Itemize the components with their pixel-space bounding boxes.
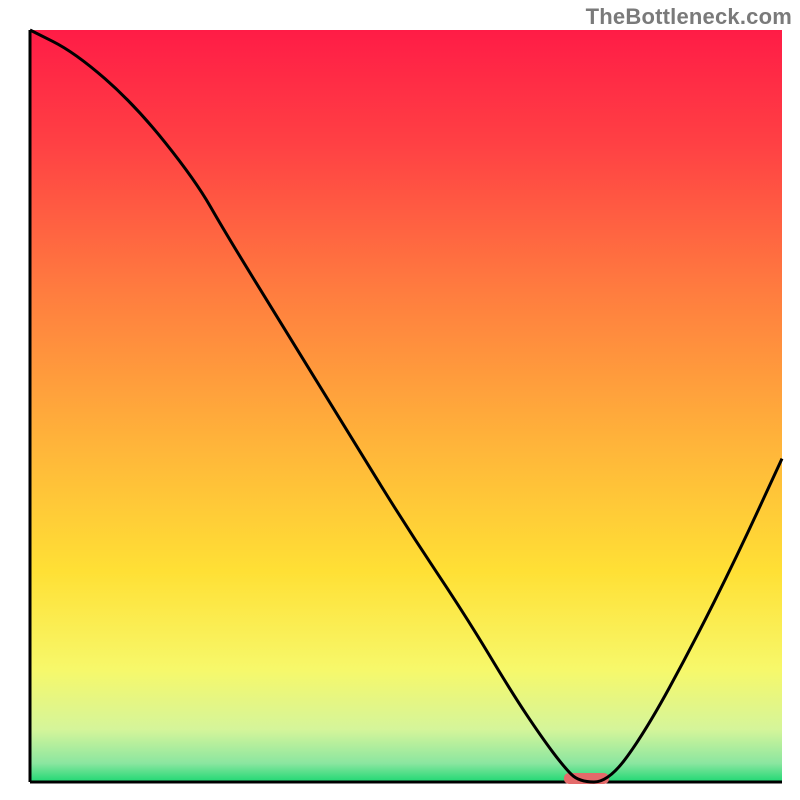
chart-frame: TheBottleneck.com bbox=[0, 0, 800, 800]
bottleneck-chart bbox=[0, 0, 800, 800]
plot-background bbox=[30, 30, 782, 782]
watermark-text: TheBottleneck.com bbox=[586, 4, 792, 30]
